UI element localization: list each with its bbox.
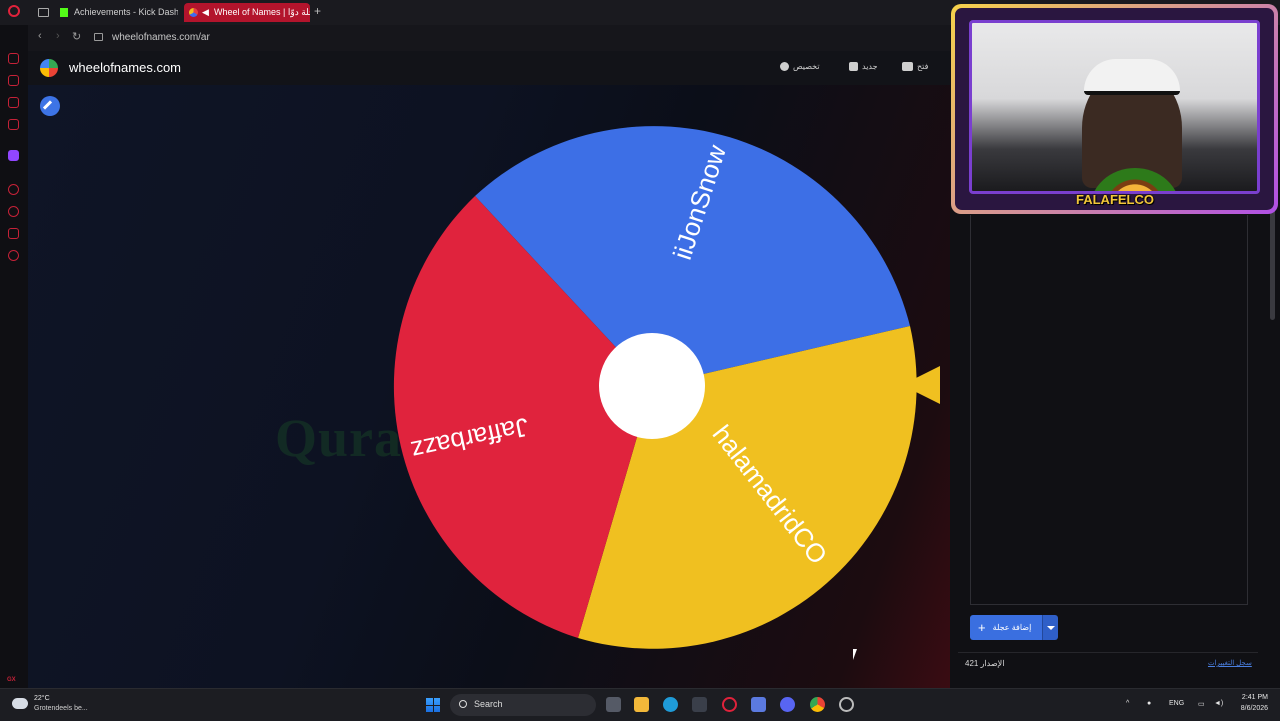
- open-label: فتح: [917, 62, 929, 71]
- wheel[interactable]: iiJonSnow halamadridCO Jaffarbazz: [372, 120, 932, 660]
- new-tab-button[interactable]: +: [314, 4, 321, 18]
- history-icon[interactable]: [8, 206, 19, 217]
- url-field[interactable]: wheelofnames.com/ar: [112, 32, 210, 43]
- messenger-icon[interactable]: [8, 97, 19, 108]
- clock-date[interactable]: 8/6/2026: [1230, 705, 1268, 712]
- tab-wheel-of-names[interactable]: ◀ Wheel of Names | عجلة دوّا: [184, 3, 310, 22]
- microphone-icon[interactable]: ●: [1147, 700, 1151, 707]
- browser-sidebar: GX: [0, 25, 28, 688]
- folder-icon: [902, 62, 913, 72]
- entries-textbox[interactable]: [970, 215, 1248, 605]
- lock-icon[interactable]: [94, 33, 103, 41]
- webcam-overlay: [951, 4, 1278, 214]
- extensions-icon[interactable]: [8, 228, 19, 239]
- panel-divider: [958, 652, 1258, 653]
- open-button[interactable]: فتح: [902, 62, 929, 72]
- site-name[interactable]: wheelofnames.com: [69, 60, 181, 75]
- player-icon[interactable]: [8, 184, 19, 195]
- wheel-favicon-icon: [189, 8, 198, 17]
- search-icon: [459, 700, 467, 708]
- file-explorer-icon[interactable]: [634, 697, 649, 712]
- search-label: Search: [474, 699, 503, 709]
- clock-time[interactable]: 2:41 PM: [1236, 694, 1268, 701]
- webcam-frame: [955, 8, 1274, 210]
- plus-icon: +: [978, 620, 986, 635]
- taskbar-search[interactable]: Search: [450, 694, 596, 716]
- new-label: جديد: [862, 62, 878, 71]
- cap-image: [1084, 59, 1180, 95]
- music-icon[interactable]: [8, 119, 19, 130]
- weather-temp[interactable]: 22°C: [34, 695, 50, 702]
- wheel-center-hub[interactable]: [599, 333, 705, 439]
- weather-cloud-icon[interactable]: [12, 698, 28, 709]
- version-number: 421: [965, 659, 979, 668]
- aria-icon[interactable]: [8, 53, 19, 64]
- webcam-video: [969, 20, 1260, 194]
- network-icon[interactable]: ▭: [1198, 700, 1205, 708]
- version-info: 421 الإصدار: [965, 659, 1004, 668]
- opera-gx-taskbar-icon[interactable]: [722, 697, 737, 712]
- task-view-icon[interactable]: [606, 697, 621, 712]
- weather-desc[interactable]: Grotendeels be...: [34, 705, 88, 712]
- volume-icon[interactable]: ◄): [1214, 700, 1223, 707]
- back-icon[interactable]: ‹: [38, 30, 42, 42]
- language-indicator[interactable]: ENG: [1169, 700, 1184, 707]
- edit-pencil-icon[interactable]: [40, 96, 60, 116]
- gx-corner-label[interactable]: GX: [7, 677, 16, 683]
- forward-icon[interactable]: ›: [56, 30, 60, 42]
- wheel-pointer-icon: [902, 366, 940, 404]
- customize-button[interactable]: تخصيص: [780, 62, 820, 72]
- address-bar: ‹ › ↻ wheelofnames.com/ar: [28, 25, 950, 51]
- site-header: wheelofnames.com تخصيص جديد فتح: [28, 51, 950, 85]
- start-windows-icon[interactable]: [426, 698, 440, 712]
- tab-label: Wheel of Names | عجلة دوّا: [214, 7, 310, 17]
- chrome-icon[interactable]: [810, 697, 825, 712]
- add-wheel-label: إضافة عجلة: [992, 623, 1032, 632]
- obs-icon[interactable]: [839, 697, 854, 712]
- store-icon[interactable]: [692, 697, 707, 712]
- twitch-icon[interactable]: [8, 150, 19, 161]
- discord-icon[interactable]: [780, 697, 795, 712]
- new-button[interactable]: جديد: [849, 62, 878, 72]
- settings-icon[interactable]: [8, 250, 19, 261]
- mouse-cursor-icon: [853, 649, 857, 660]
- palette-icon: [780, 62, 789, 72]
- site-logo-icon[interactable]: [40, 59, 58, 77]
- edge-icon[interactable]: [663, 697, 678, 712]
- tab-overview-icon[interactable]: [38, 8, 49, 17]
- speaker-icon[interactable]: ◀: [202, 3, 209, 22]
- add-wheel-button[interactable]: + إضافة عجلة: [970, 615, 1042, 640]
- changelog-link[interactable]: سجل التغييرات: [1208, 659, 1252, 667]
- reload-icon[interactable]: ↻: [72, 30, 81, 43]
- windows-taskbar: 22°C Grotendeels be... Search ^ ● ENG ▭ …: [0, 688, 1280, 721]
- customize-label: تخصيص: [793, 62, 820, 71]
- opera-logo-icon[interactable]: [8, 5, 20, 17]
- tab-label: Achievements - Kick Dashb: [74, 7, 178, 17]
- version-label: الإصدار: [980, 659, 1005, 668]
- webcam-logo-text: FALAFELCO: [1076, 192, 1154, 207]
- tray-chevron-up-icon[interactable]: ^: [1126, 700, 1129, 707]
- kick-favicon-icon: [60, 8, 68, 17]
- add-wheel-dropdown-icon[interactable]: [1042, 615, 1058, 640]
- app-icon[interactable]: [751, 697, 766, 712]
- file-icon: [849, 62, 858, 72]
- tab-kick-dashboard[interactable]: Achievements - Kick Dashb: [56, 3, 178, 22]
- shopping-icon[interactable]: [8, 75, 19, 86]
